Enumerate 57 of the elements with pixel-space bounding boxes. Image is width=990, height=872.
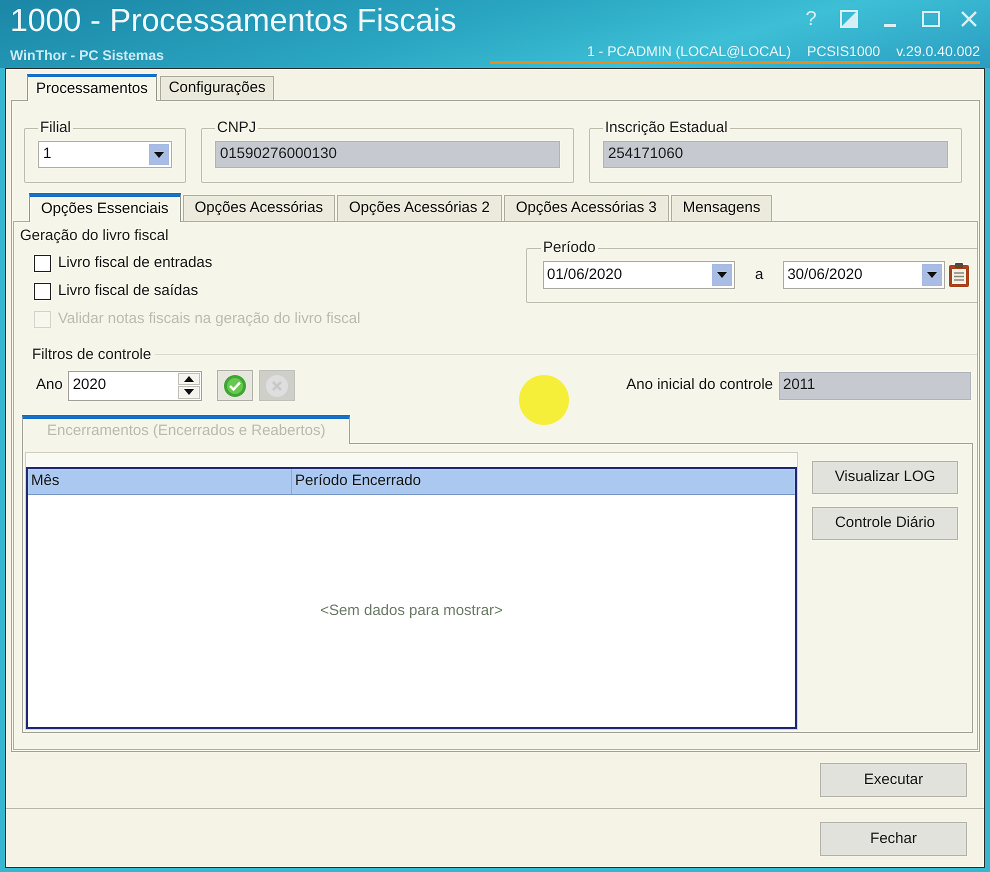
- caret-up-icon: [184, 376, 194, 382]
- group-label: Inscrição Estadual: [604, 120, 729, 136]
- year-value: 2020: [72, 375, 108, 396]
- session-info: PCSIS1000: [807, 43, 880, 60]
- check-circle-icon: [222, 374, 247, 398]
- action-button[interactable]: Fechar: [820, 822, 967, 856]
- tab[interactable]: Mensagens: [670, 195, 772, 221]
- field-value: 2011: [783, 375, 816, 396]
- section-title: Filtros de controle: [32, 346, 152, 362]
- tab[interactable]: Opções Acessórias 2: [336, 195, 502, 221]
- date-field[interactable]: 30/06/2020: [783, 261, 946, 289]
- field-value: 254171060: [608, 144, 684, 164]
- dropdown-field[interactable]: 1: [38, 141, 172, 168]
- dropdown-button[interactable]: [922, 264, 942, 286]
- range-separator: a: [755, 264, 764, 285]
- dropdown-value: 1: [43, 144, 52, 164]
- field-value: 01590276000130: [220, 144, 337, 164]
- session-info: v.29.0.40.002: [896, 43, 980, 60]
- column-header[interactable]: Mês: [28, 469, 292, 494]
- dropdown-button[interactable]: [712, 264, 732, 286]
- group-label: Período: [542, 240, 597, 256]
- checkbox-label: Validar notas fiscais na geração do livro fiscal: [58, 308, 360, 329]
- action-button[interactable]: Visualizar LOG: [812, 461, 958, 494]
- session-info: 1 - PCADMIN (LOCAL@LOCAL): [586, 43, 792, 60]
- column-header[interactable]: Período Encerrado: [292, 469, 795, 494]
- tab[interactable]: Configurações: [160, 76, 274, 100]
- tab[interactable]: Opções Acessórias: [182, 195, 335, 221]
- empty-grid-message: <Sem dados para mostrar>: [320, 600, 503, 621]
- dropdown-button[interactable]: [149, 144, 169, 165]
- checkbox-label: Livro fiscal de entradas: [58, 252, 212, 273]
- caret-down-icon: [927, 272, 938, 278]
- year-spin-field[interactable]: 2020: [68, 370, 202, 400]
- section-title: Geração do livro fiscal: [20, 227, 170, 244]
- caret-down-icon: [184, 389, 194, 396]
- caret-down-icon: [717, 272, 727, 278]
- group-label: Filial: [39, 120, 72, 136]
- confirm-button[interactable]: [216, 370, 253, 401]
- tab[interactable]: Opções Essenciais: [29, 193, 181, 222]
- window-title: 1000 - Processamentos Fiscais: [10, 1, 456, 40]
- action-button[interactable]: Executar: [820, 763, 967, 797]
- date-field[interactable]: 01/06/2020: [543, 261, 735, 289]
- clipboard-icon[interactable]: [948, 262, 970, 288]
- date-value: 30/06/2020: [787, 264, 864, 285]
- tab[interactable]: Opções Acessórias 3: [504, 195, 669, 221]
- window-subtitle: WinThor - PC Sistemas: [10, 46, 164, 64]
- checkbox-label: Livro fiscal de saídas: [58, 280, 198, 301]
- date-value: 01/06/2020: [547, 264, 624, 285]
- caret-down-icon: [154, 152, 164, 158]
- spin-up-button[interactable]: [178, 372, 200, 385]
- action-button[interactable]: Controle Diário: [812, 507, 958, 540]
- checkbox[interactable]: [34, 254, 51, 272]
- field-label: Ano inicial do controle: [626, 375, 773, 396]
- tab[interactable]: Processamentos: [27, 74, 157, 101]
- group-label: CNPJ: [216, 120, 258, 136]
- checkbox[interactable]: [34, 282, 51, 300]
- spin-down-button[interactable]: [178, 386, 200, 398]
- field-label: Ano: [36, 375, 63, 396]
